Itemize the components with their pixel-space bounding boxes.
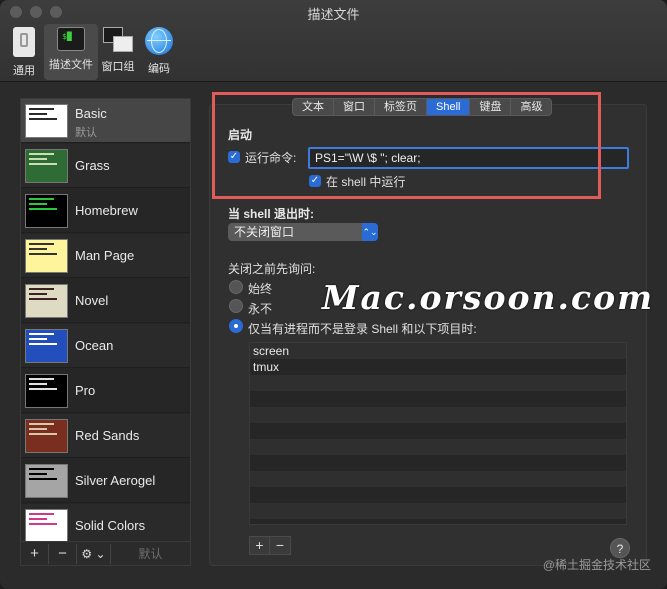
profile-item[interactable]: Solid Colors	[21, 504, 190, 541]
profile-item[interactable]: Man Page	[21, 234, 190, 278]
profile-item[interactable]: Ocean	[21, 324, 190, 368]
watermark: Mac.orsoon.com	[322, 278, 654, 317]
ask-never-label: 永不	[248, 302, 273, 316]
profile-name: Ocean	[75, 338, 114, 353]
list-item	[250, 391, 626, 407]
profile-list-controls: + − ⚙︎ ⌄ 默认	[20, 542, 191, 566]
tab-item[interactable]: 键盘	[470, 99, 512, 115]
list-item	[250, 471, 626, 487]
settings-tabs: 文本 窗口 标签页 Shell 键盘 高级	[292, 98, 553, 116]
run-in-shell-label: 在 shell 中运行	[326, 175, 406, 189]
ask-always-label: 始终	[248, 282, 273, 296]
profile-name: Basic	[75, 106, 107, 121]
add-process-button[interactable]: +	[250, 537, 271, 554]
window-title: 描述文件	[307, 7, 360, 22]
toolbar-general-label: 通用	[13, 65, 35, 77]
profile-name: Novel	[75, 293, 109, 308]
globe-icon	[145, 27, 173, 55]
toolbar-encodings[interactable]: 编码	[142, 24, 176, 80]
toolbar-profiles-label: 描述文件	[49, 59, 93, 71]
on-exit-label: 当 shell 退出时:	[228, 207, 315, 221]
profile-name: Red Sands	[75, 428, 140, 443]
ask-if-processes-radio[interactable]	[229, 319, 243, 333]
profile-item[interactable]: Novel	[21, 279, 190, 323]
profile-thumbnail	[25, 194, 68, 228]
startup-heading: 启动	[228, 128, 253, 142]
add-profile-button[interactable]: +	[21, 543, 49, 564]
profile-thumbnail	[25, 239, 68, 273]
profile-thumbnail	[25, 284, 68, 318]
profile-name: Silver Aerogel	[75, 473, 156, 488]
source-credit: @稀土掘金技术社区	[542, 558, 651, 572]
profile-item[interactable]: Silver Aerogel	[21, 459, 190, 503]
tab-item[interactable]: 文本	[293, 99, 334, 115]
on-exit-select[interactable]: 不关闭窗口 ⌃⌄	[228, 223, 378, 241]
profile-actions-gear-icon[interactable]: ⚙︎ ⌄	[77, 543, 111, 564]
on-exit-value: 不关闭窗口	[234, 225, 295, 239]
list-item	[250, 487, 626, 503]
tab-item[interactable]: 窗口	[334, 99, 375, 115]
terminal-preferences-window: 描述文件 通用 $█ 描述文件 窗口组 编码 Basic 默认 Grass Ho…	[0, 0, 667, 589]
list-item	[250, 455, 626, 471]
profile-thumbnail	[25, 374, 68, 408]
list-item	[250, 375, 626, 391]
tab-item[interactable]: 标签页	[375, 99, 427, 115]
ask-before-close-label: 关闭之前先询问:	[228, 262, 316, 276]
profile-thumbnail	[25, 329, 68, 363]
list-item	[250, 407, 626, 423]
list-item[interactable]: tmux	[250, 359, 626, 375]
toolbar-window-groups[interactable]: 窗口组	[100, 24, 136, 80]
toolbar-general[interactable]: 通用	[6, 24, 42, 80]
profile-name: Grass	[75, 158, 110, 173]
chevron-updown-icon: ⌃⌄	[362, 223, 378, 241]
process-list-controls: + −	[249, 536, 291, 555]
profile-thumbnail	[25, 509, 68, 541]
help-button[interactable]: ?	[610, 538, 630, 558]
remove-process-button[interactable]: −	[270, 537, 290, 554]
list-item[interactable]: screen	[250, 343, 626, 359]
tab-item[interactable]: Shell	[427, 99, 471, 115]
tab-item[interactable]: 高级	[511, 99, 551, 115]
toolbar-encodings-label: 编码	[148, 63, 170, 75]
profile-list[interactable]: Basic 默认 Grass Homebrew Man Page Novel Ocean Pr…	[20, 98, 191, 542]
profile-thumbnail	[25, 149, 68, 183]
list-item	[250, 439, 626, 455]
profile-item[interactable]: Homebrew	[21, 189, 190, 233]
ask-if-processes-label: 仅当有进程而不是登录 Shell 和以下项目时:	[248, 322, 477, 336]
profile-thumbnail	[25, 104, 68, 138]
switch-icon	[13, 27, 35, 57]
run-command-label: 运行命令:	[245, 151, 297, 165]
toolbar-window-groups-label: 窗口组	[101, 61, 135, 73]
run-command-checkbox[interactable]: ✓	[228, 151, 240, 163]
ask-always-radio[interactable]	[229, 280, 243, 294]
run-in-shell-checkbox[interactable]: ✓	[309, 175, 321, 187]
profile-item[interactable]: Pro	[21, 369, 190, 413]
profile-name: Pro	[75, 383, 96, 398]
profile-item[interactable]: Grass	[21, 144, 190, 188]
profile-name: Homebrew	[75, 203, 138, 218]
profile-name: Man Page	[75, 248, 135, 263]
profile-thumbnail	[25, 464, 68, 498]
terminal-icon: $█	[57, 27, 85, 51]
profile-name: Solid Colors	[75, 518, 146, 533]
list-item	[250, 503, 626, 519]
profile-item[interactable]: Red Sands	[21, 414, 190, 458]
ask-never-radio[interactable]	[229, 299, 243, 313]
process-list[interactable]: screen tmux	[249, 342, 627, 525]
set-default-button[interactable]: 默认	[111, 545, 190, 562]
list-item	[250, 423, 626, 439]
toolbar: 描述文件 通用 $█ 描述文件 窗口组 编码	[0, 0, 667, 82]
profile-item[interactable]: Basic 默认	[21, 99, 190, 143]
profile-thumbnail	[25, 419, 68, 453]
profile-default-badge: 默认	[75, 127, 97, 139]
run-command-input[interactable]: PS1="\W \$ "; clear;	[308, 147, 629, 169]
remove-profile-button[interactable]: −	[49, 543, 77, 564]
toolbar-profiles[interactable]: $█ 描述文件	[44, 24, 98, 80]
window-group-icon	[103, 27, 133, 53]
